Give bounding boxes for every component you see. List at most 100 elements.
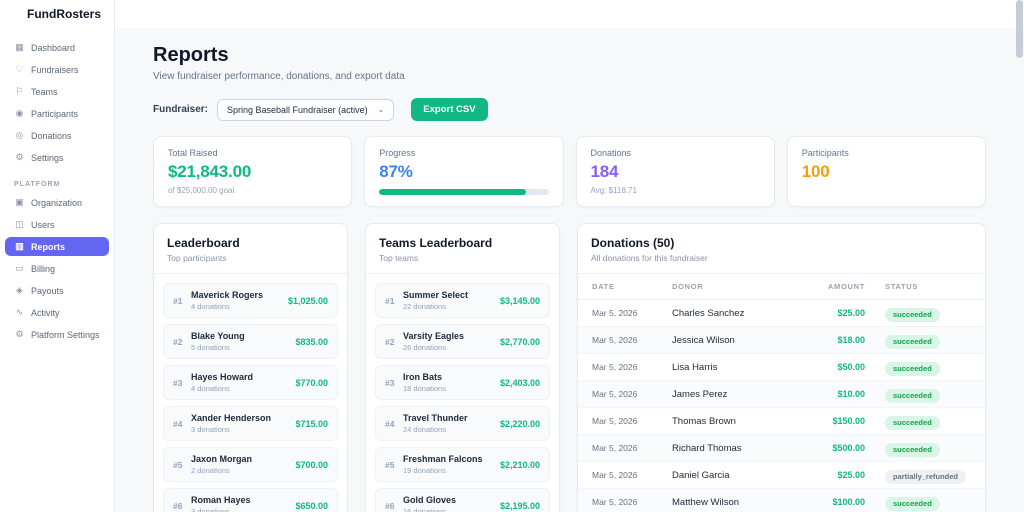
donation-donor: Richard Thomas bbox=[672, 443, 789, 454]
donation-amount: $25.00 bbox=[789, 308, 871, 318]
team-name: Freshman Falcons bbox=[403, 454, 483, 464]
sidebar-item[interactable]: ◎ Donations bbox=[5, 126, 109, 145]
donation-amount: $10.00 bbox=[789, 389, 871, 399]
donation-date: Mar 5, 2026 bbox=[592, 497, 672, 507]
sidebar-item[interactable]: ∿ Activity bbox=[5, 303, 109, 322]
team-name: Gold Gloves bbox=[403, 495, 456, 505]
top-bar-spacer bbox=[115, 0, 1024, 28]
list-item: #2 Varsity Eagles 26 donations $2,770.00 bbox=[375, 324, 550, 359]
teams-leaderboard-list: #1 Summer Select 22 donations $3,145.00 … bbox=[366, 274, 559, 512]
donation-date: Mar 5, 2026 bbox=[592, 389, 672, 399]
sidebar: ▦ Dashboard ♡ Fundraisers ⚐ Teams ◉ bbox=[0, 28, 115, 512]
team-donation-count: 24 donations bbox=[403, 425, 468, 434]
list-item: #3 Hayes Howard 4 donations $770.00 bbox=[163, 365, 338, 400]
participant-info: Xander Henderson 3 donations bbox=[191, 413, 271, 434]
stat-label: Donations bbox=[591, 148, 760, 158]
sidebar-item[interactable]: ◫ Users bbox=[5, 215, 109, 234]
rank-label: #2 bbox=[385, 337, 403, 347]
sidebar-item-label: Settings bbox=[31, 153, 64, 163]
scrollbar-thumb[interactable] bbox=[1016, 0, 1023, 58]
stat-card-progress: Progress 87% bbox=[364, 136, 563, 207]
rank-label: #5 bbox=[173, 460, 191, 470]
donation-donor: Charles Sanchez bbox=[672, 308, 789, 319]
fundraiser-select[interactable]: Spring Baseball Fundraiser (active) ⌄ bbox=[217, 99, 394, 121]
sidebar-item[interactable]: ⚙ Platform Settings bbox=[5, 325, 109, 344]
participant-donation-count: 3 donations bbox=[191, 507, 251, 512]
logo-area: FundRosters bbox=[0, 0, 115, 28]
donation-donor: Daniel Garcia bbox=[672, 470, 789, 481]
sidebar-item[interactable]: ⚙ Settings bbox=[5, 148, 109, 167]
team-info: Varsity Eagles 26 donations bbox=[403, 331, 464, 352]
rank-label: #2 bbox=[173, 337, 191, 347]
panels-row: Leaderboard Top participants #1 Maverick… bbox=[153, 223, 986, 512]
top-bar: FundRosters bbox=[0, 0, 1024, 28]
team-amount: $2,220.00 bbox=[500, 419, 540, 429]
donations-icon: ◎ bbox=[14, 130, 25, 141]
status-badge: succeeded bbox=[885, 443, 940, 457]
sidebar-item[interactable]: ◈ Payouts bbox=[5, 281, 109, 300]
donation-status: succeeded bbox=[871, 493, 971, 511]
fundraiser-label: Fundraiser: bbox=[153, 104, 208, 115]
table-row: Mar 5, 2026 Richard Thomas $500.00 succe… bbox=[578, 435, 985, 462]
sidebar-item[interactable]: ♡ Fundraisers bbox=[5, 60, 109, 79]
export-csv-button[interactable]: Export CSV bbox=[411, 98, 487, 121]
sidebar-nav: ▦ Dashboard ♡ Fundraisers ⚐ Teams ◉ bbox=[5, 38, 109, 344]
team-name: Varsity Eagles bbox=[403, 331, 464, 341]
sidebar-item-label: Participants bbox=[31, 109, 78, 119]
donations-table-body: Mar 5, 2026 Charles Sanchez $25.00 succe… bbox=[578, 300, 985, 512]
sidebar-item-label: Activity bbox=[31, 308, 60, 318]
stat-label: Total Raised bbox=[168, 148, 337, 158]
rank-label: #3 bbox=[173, 378, 191, 388]
donation-amount: $150.00 bbox=[789, 416, 871, 426]
sidebar-section-label: PLATFORM bbox=[5, 170, 109, 193]
team-info: Iron Bats 18 donations bbox=[403, 372, 446, 393]
sidebar-item[interactable]: ▭ Billing bbox=[5, 259, 109, 278]
leaderboard-list: #1 Maverick Rogers 4 donations $1,025.00… bbox=[154, 274, 347, 512]
donations-header: Donations (50) All donations for this fu… bbox=[578, 224, 985, 274]
sidebar-item-label: Fundraisers bbox=[31, 65, 79, 75]
sidebar-item[interactable]: ▥ Reports bbox=[5, 237, 109, 256]
sidebar-item-label: Platform Settings bbox=[31, 330, 100, 340]
list-item: #3 Iron Bats 18 donations $2,403.00 bbox=[375, 365, 550, 400]
donation-status: succeeded bbox=[871, 358, 971, 376]
donation-date: Mar 5, 2026 bbox=[592, 308, 672, 318]
stat-card-participants: Participants 100 bbox=[787, 136, 986, 207]
leaderboard-panel: Leaderboard Top participants #1 Maverick… bbox=[153, 223, 348, 512]
status-badge: succeeded bbox=[885, 497, 940, 511]
table-row: Mar 5, 2026 Jessica Wilson $18.00 succee… bbox=[578, 327, 985, 354]
sidebar-item[interactable]: ⚐ Teams bbox=[5, 82, 109, 101]
list-item: #1 Maverick Rogers 4 donations $1,025.00 bbox=[163, 283, 338, 318]
participant-name: Maverick Rogers bbox=[191, 290, 263, 300]
donation-status: partially_refunded bbox=[871, 466, 971, 484]
stat-value-total-raised: $21,843.00 bbox=[168, 162, 337, 182]
platform-settings-icon: ⚙ bbox=[14, 329, 25, 340]
participant-amount: $835.00 bbox=[295, 337, 328, 347]
billing-icon: ▭ bbox=[14, 263, 25, 274]
sidebar-item[interactable]: ◉ Participants bbox=[5, 104, 109, 123]
stat-value-progress: 87% bbox=[379, 162, 548, 182]
stat-card-donations: Donations 184 Avg: $118.71 bbox=[576, 136, 775, 207]
status-badge: succeeded bbox=[885, 362, 940, 376]
stat-card-total-raised: Total Raised $21,843.00 of $25,000.00 go… bbox=[153, 136, 352, 207]
team-donation-count: 26 donations bbox=[403, 343, 464, 352]
sidebar-item-label: Organization bbox=[31, 198, 82, 208]
team-amount: $2,195.00 bbox=[500, 501, 540, 511]
fundraiser-select-value: Spring Baseball Fundraiser (active) bbox=[227, 105, 368, 115]
stats-row: Total Raised $21,843.00 of $25,000.00 go… bbox=[153, 136, 986, 207]
column-header-amount: AMOUNT bbox=[789, 282, 871, 291]
donations-subtitle: All donations for this fundraiser bbox=[591, 253, 972, 263]
participant-donation-count: 4 donations bbox=[191, 302, 263, 311]
participant-name: Blake Young bbox=[191, 331, 245, 341]
donation-status: succeeded bbox=[871, 331, 971, 349]
rank-label: #4 bbox=[385, 419, 403, 429]
sidebar-item-label: Reports bbox=[31, 242, 65, 252]
team-name: Travel Thunder bbox=[403, 413, 468, 423]
sidebar-item[interactable]: ▣ Organization bbox=[5, 193, 109, 212]
donation-donor: Lisa Harris bbox=[672, 362, 789, 373]
list-item: #6 Gold Gloves 16 donations $2,195.00 bbox=[375, 488, 550, 512]
activity-icon: ∿ bbox=[14, 307, 25, 318]
sidebar-item[interactable]: ▦ Dashboard bbox=[5, 38, 109, 57]
donation-amount: $50.00 bbox=[789, 362, 871, 372]
teams-leaderboard-title: Teams Leaderboard bbox=[379, 236, 546, 250]
team-amount: $2,770.00 bbox=[500, 337, 540, 347]
